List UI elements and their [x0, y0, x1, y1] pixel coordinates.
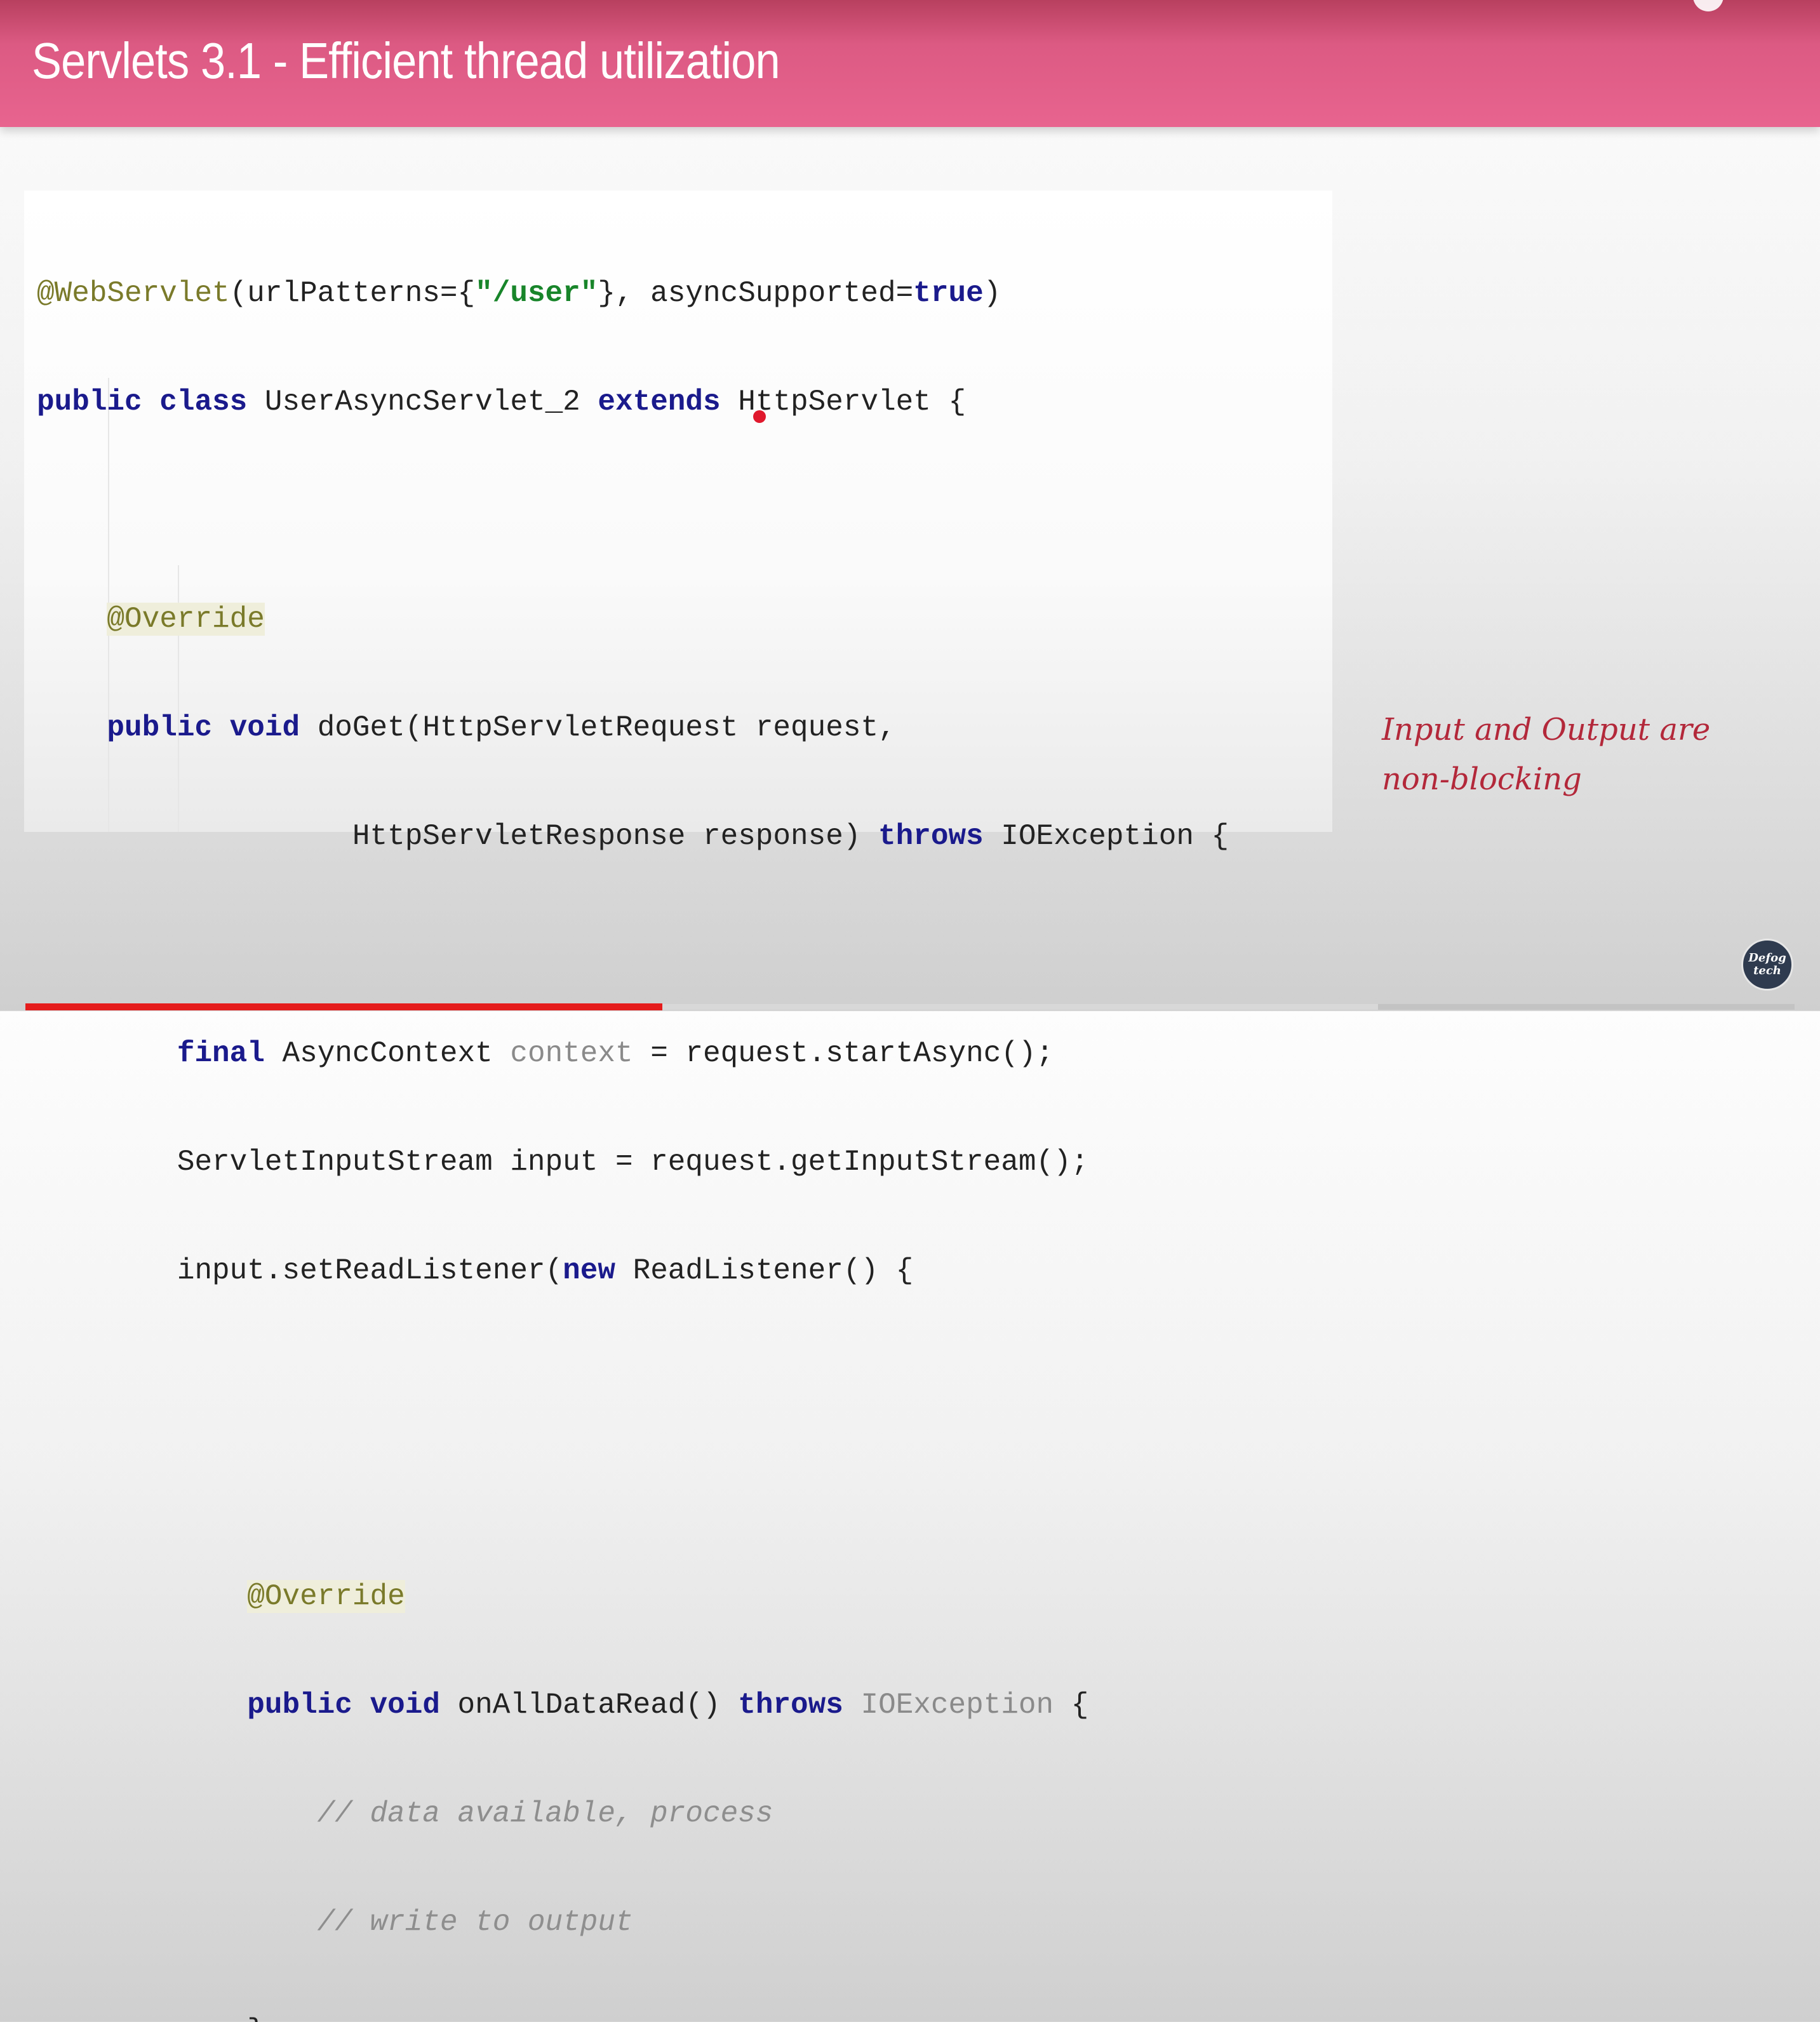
code-line: // write to output — [37, 1905, 1229, 1941]
code-token: }, asyncSupported= — [598, 277, 914, 310]
code-line: HttpServletResponse response) throws IOE… — [37, 819, 1229, 855]
code-line: ServletInputStream input = request.getIn… — [37, 1144, 1229, 1181]
code-line: public void doGet(HttpServletRequest req… — [37, 710, 1229, 746]
keyword-token: class — [159, 385, 248, 418]
keyword-token: true — [913, 277, 984, 310]
code-token: = request.startAsync(); — [650, 1037, 1054, 1070]
code-token: (urlPatterns={ — [229, 277, 476, 310]
code-panel: @WebServlet(urlPatterns={"/user"}, async… — [24, 191, 1332, 2022]
keyword-token: public — [37, 385, 142, 418]
video-progress-fill[interactable] — [25, 1003, 662, 1010]
pointer-dot-icon — [753, 410, 766, 423]
code-line: public void onAllDataRead() throws IOExc… — [37, 1687, 1229, 1724]
code-token: ) — [983, 277, 1001, 310]
code-token: input.setReadListener( — [177, 1254, 563, 1287]
code-line: @Override — [37, 1579, 1229, 1615]
annotation-token: @Override — [107, 603, 265, 636]
annotation-token: @Override — [247, 1580, 405, 1613]
handwritten-note: Input and Output are non-blocking — [1382, 705, 1710, 804]
slide-title: Servlets 3.1 - Efficient thread utilizat… — [32, 32, 780, 89]
keyword-token: throws — [738, 1689, 843, 1722]
keyword-token: final — [177, 1037, 265, 1070]
code-line: public class UserAsyncServlet_2 extends … — [37, 384, 1229, 420]
code-token: HttpServlet { — [738, 385, 967, 418]
slide-header: Servlets 3.1 - Efficient thread utilizat… — [0, 0, 1820, 127]
code-token: AsyncContext — [282, 1037, 493, 1070]
keyword-token: throws — [878, 820, 984, 853]
string-token: "/user" — [475, 277, 598, 310]
keyword-token: void — [370, 1689, 440, 1722]
variable-token: context — [510, 1037, 633, 1070]
player-top-controls[interactable] — [1693, 0, 1782, 13]
keyword-token: void — [229, 711, 300, 744]
code-line: } — [37, 2013, 1229, 2022]
logo-text: Defog — [1748, 951, 1786, 965]
code-line: @WebServlet(urlPatterns={"/user"}, async… — [37, 276, 1229, 312]
code-token: ReadListener() { — [632, 1254, 914, 1287]
comment-token: // data available, process — [317, 1797, 773, 1830]
note-line: Input and Output are — [1382, 712, 1711, 747]
code-token: HttpServletResponse response) — [352, 820, 861, 853]
keyword-token: extends — [598, 385, 721, 418]
channel-logo[interactable]: Defog tech — [1741, 939, 1793, 991]
code-token: { — [1071, 1689, 1089, 1722]
code-token: UserAsyncServlet_2 — [264, 385, 580, 418]
code-token: doGet(HttpServletRequest request, — [317, 711, 896, 744]
note-line: non-blocking — [1382, 761, 1582, 797]
code-line: final AsyncContext context = request.sta… — [37, 1036, 1229, 1072]
code-line: input.setReadListener(new ReadListener()… — [37, 1253, 1229, 1289]
type-token: IOException — [860, 1689, 1054, 1722]
code-line: // data available, process — [37, 1796, 1229, 1832]
keyword-token: public — [107, 711, 213, 744]
keyword-token: new — [563, 1254, 615, 1287]
code-line: @Override — [37, 601, 1229, 638]
comment-token: // write to output — [317, 1906, 633, 1939]
code-block: @WebServlet(urlPatterns={"/user"}, async… — [37, 203, 1229, 2022]
code-token: } — [247, 2014, 265, 2022]
keyword-token: public — [247, 1689, 352, 1722]
player-control-icon[interactable] — [1693, 0, 1723, 11]
code-token: ServletInputStream input = request.getIn… — [177, 1146, 1089, 1179]
code-token: onAllDataRead() — [457, 1689, 721, 1722]
logo-text: tech — [1753, 964, 1781, 977]
code-token: IOException { — [1001, 820, 1229, 853]
annotation-token: @WebServlet — [37, 277, 230, 310]
